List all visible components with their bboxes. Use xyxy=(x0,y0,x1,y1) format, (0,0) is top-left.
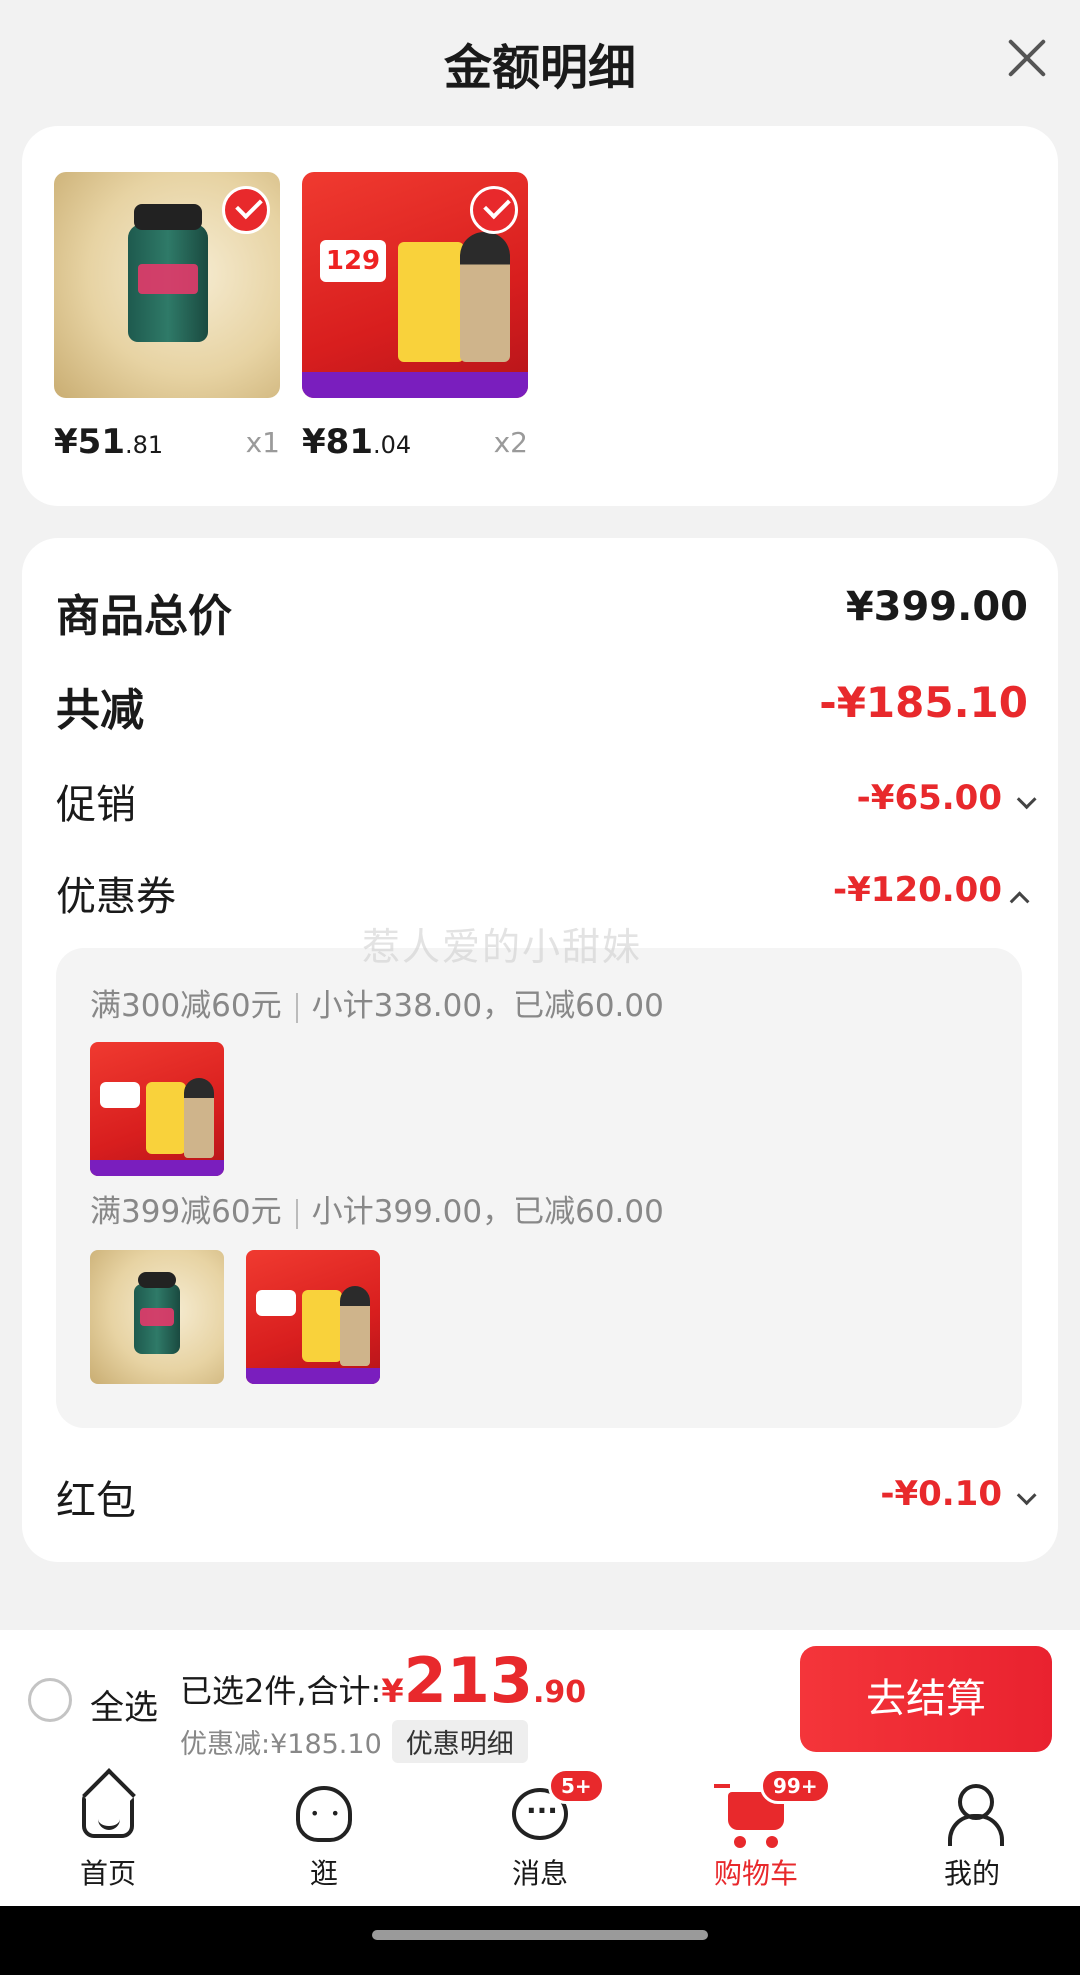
product-item[interactable]: ¥51.81 x1 xyxy=(54,172,280,472)
spokesperson-image xyxy=(460,232,510,362)
select-all-radio[interactable] xyxy=(28,1678,72,1722)
product-quantity: x1 xyxy=(245,426,280,459)
tab-label: 逛 xyxy=(309,1857,338,1890)
cart-badge: 99+ xyxy=(760,1768,831,1804)
coupon-row[interactable]: 优惠券 -¥120.00 xyxy=(56,864,1030,920)
promo-strip xyxy=(302,372,528,398)
coupon-subtotal: 小计338.00，已减60.00 xyxy=(311,988,664,1024)
red-packet-value: -¥0.10 xyxy=(880,1474,1002,1514)
selected-check-icon[interactable] xyxy=(470,186,518,234)
tab-cart[interactable]: 99+ 购物车 xyxy=(676,1768,836,1902)
tab-label: 购物车 xyxy=(713,1857,798,1890)
discount-detail-button[interactable]: 优惠明细 xyxy=(391,1720,528,1763)
total-price-value: ¥399.00 xyxy=(845,584,1028,630)
tab-messages[interactable]: 5+ 消息 xyxy=(460,1768,620,1902)
coupon-rule-line: 满300减60元 小计338.00，已减60.00 xyxy=(90,980,664,1025)
coupon-label: 优惠券 xyxy=(56,874,176,920)
promotion-value: -¥65.00 xyxy=(856,778,1002,818)
total-reduction-value: -¥185.10 xyxy=(819,678,1028,727)
checkout-button[interactable]: 去结算 xyxy=(800,1646,1052,1752)
saved-amount-text: 优惠减:¥185.10 xyxy=(180,1729,382,1760)
coupon-rule: 满300减60元 xyxy=(90,988,282,1024)
browse-icon xyxy=(296,1786,352,1842)
coupon-rule-line: 满399减60元 小计399.00，已减60.00 xyxy=(90,1186,664,1231)
product-item[interactable]: 129 ¥81.04 x2 xyxy=(302,172,528,472)
coupon-rule: 满399减60元 xyxy=(90,1194,282,1230)
product-image[interactable] xyxy=(54,172,280,398)
chevron-down-icon[interactable] xyxy=(1016,788,1037,809)
home-indicator[interactable] xyxy=(372,1930,708,1940)
total-reduction-row: 共减 -¥185.10 xyxy=(56,674,1028,736)
coupon-subtotal: 小计399.00，已减60.00 xyxy=(311,1194,664,1230)
saved-amount: 优惠减:¥185.10 优惠明细 xyxy=(180,1720,528,1763)
promotion-label: 促销 xyxy=(56,782,136,828)
close-icon[interactable] xyxy=(996,28,1056,88)
tab-label: 我的 xyxy=(943,1857,1000,1890)
message-badge: 5+ xyxy=(548,1768,605,1804)
tab-profile[interactable]: 我的 xyxy=(892,1782,1052,1902)
calcium-box-image xyxy=(398,242,464,362)
price-detail-card: 商品总价 ¥399.00 共减 -¥185.10 促销 -¥65.00 优惠券 … xyxy=(22,538,1058,1562)
system-navigation-bar xyxy=(0,1906,1080,1975)
total-price-row: 商品总价 ¥399.00 xyxy=(56,580,1028,642)
product-quantity: x2 xyxy=(493,426,528,459)
select-all-label[interactable]: 全选 xyxy=(90,1680,158,1729)
coupon-value: -¥120.00 xyxy=(833,870,1002,910)
promotion-row[interactable]: 促销 -¥65.00 xyxy=(56,772,1037,828)
product-price: ¥81.04 xyxy=(302,422,412,462)
watermark-text: 惹人爱的小甜妹 xyxy=(362,925,643,969)
supplement-bottle-image xyxy=(128,204,208,342)
selected-check-icon[interactable] xyxy=(222,186,270,234)
tab-label: 消息 xyxy=(511,1857,568,1890)
red-packet-label: 红包 xyxy=(56,1478,136,1524)
tab-home[interactable]: 首页 xyxy=(28,1782,188,1902)
selected-count-text: 已选2件,合计: xyxy=(180,1672,382,1710)
checkout-total: ¥213.90 xyxy=(381,1644,587,1717)
checkout-summary: 已选2件,合计:¥213.90 xyxy=(180,1644,586,1717)
product-price: ¥51.81 xyxy=(54,422,164,462)
coupon-breakdown: 满300减60元 小计338.00，已减60.00 满399减60元 小计399.0… xyxy=(56,948,1022,1428)
chevron-down-icon[interactable] xyxy=(1016,1484,1037,1505)
total-price-label: 商品总价 xyxy=(56,591,232,642)
tab-label: 首页 xyxy=(79,1857,136,1890)
tab-browse[interactable]: 逛 xyxy=(244,1782,404,1902)
coupon-product-thumb xyxy=(90,1250,224,1384)
bottom-tab-bar: 首页 逛 5+ 消息 99+ 购物车 我的 xyxy=(0,1768,1080,1906)
total-reduction-label: 共减 xyxy=(56,685,144,736)
coupon-product-thumb xyxy=(90,1042,224,1176)
sheet-header: 金额明细 xyxy=(0,0,1080,120)
home-icon xyxy=(82,1790,134,1838)
product-image[interactable]: 129 xyxy=(302,172,528,398)
profile-icon xyxy=(946,1784,1004,1846)
red-packet-row[interactable]: 红包 -¥0.10 xyxy=(56,1468,1037,1524)
checkout-bar: 全选 已选2件,合计:¥213.90 优惠减:¥185.10 优惠明细 去结算 xyxy=(0,1630,1080,1768)
promo-price-tag-image: 129 xyxy=(320,240,386,282)
chevron-up-icon[interactable] xyxy=(1009,890,1030,911)
sheet-title: 金额明细 xyxy=(443,40,636,96)
selected-products-card: ¥51.81 x1 129 ¥81.04 x2 xyxy=(22,126,1058,506)
coupon-product-thumb xyxy=(246,1250,380,1384)
